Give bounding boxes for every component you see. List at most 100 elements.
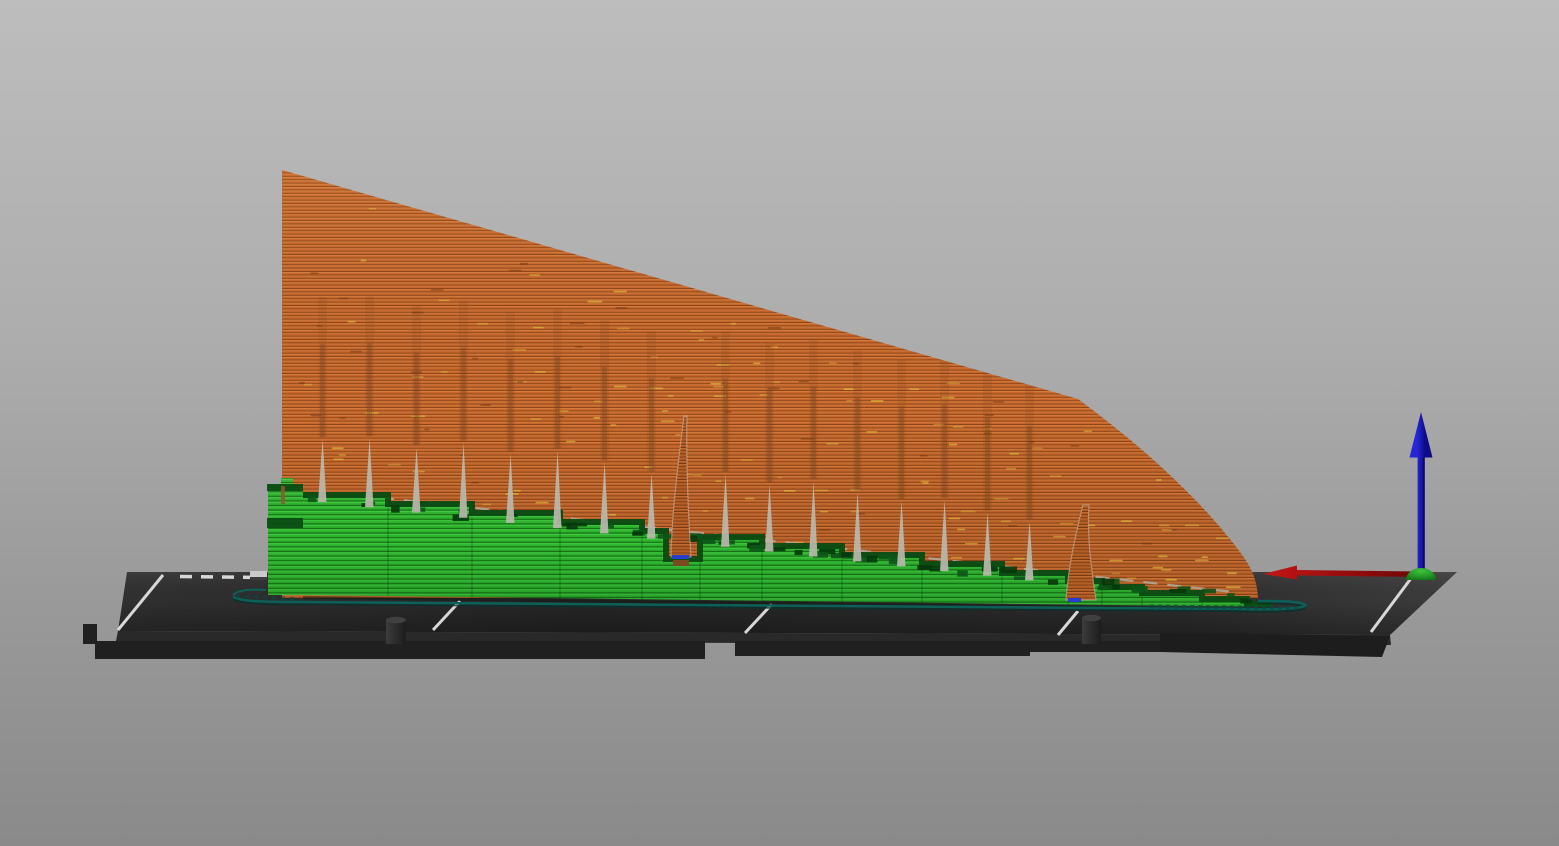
column-base [673,560,689,566]
layer-speckle [1126,577,1137,580]
layer-speckle [1013,557,1025,560]
layer-speckle [569,322,585,325]
layer-speckle [1195,495,1206,498]
layer-speckle [347,320,356,323]
interface-clump [1101,578,1115,586]
z-axis-shaft-edge [1422,456,1425,574]
layer-speckle [828,362,837,365]
layer-speckle [710,382,722,385]
layer-speckle [909,388,920,391]
layer-speckle [533,326,544,329]
layer-speckle [993,497,1009,500]
layer-speckle [826,442,839,445]
layer-speckle [670,377,684,380]
interface-clump [841,552,852,557]
layer-speckle [1152,566,1164,569]
layer-speckle [675,433,681,436]
layer-speckle [740,459,753,461]
interface-clump [1000,566,1018,573]
layer-speckle [846,399,853,402]
layer-speckle [702,510,708,513]
layer-speckle [1008,525,1018,527]
layer-speckle [698,339,705,341]
layer-speckle [530,418,542,420]
support-interface [267,518,303,528]
interface-clump [1112,584,1120,590]
interface-clump [1131,586,1148,593]
layer-speckle [1201,556,1208,559]
layer-speckle [1222,529,1235,532]
layer-speckle [1000,520,1011,523]
layer-speckle [777,476,783,479]
layer-speckle [1158,524,1170,527]
layer-speckle [692,474,702,477]
layer-speckle [920,480,930,483]
layer-speckle [1165,455,1172,458]
layer-speckle [338,297,349,300]
layer-speckle [1070,444,1080,447]
layer-speckle [517,381,524,383]
layer-speckle [1228,496,1243,499]
layer-speckle [1121,520,1133,522]
layer-speckle [387,463,401,466]
layer-speckle [430,288,444,291]
bed-knob-top [1082,614,1101,622]
layer-speckle [298,382,306,384]
layer-speckle [1225,509,1239,512]
interface-clump [632,531,643,536]
interface-clump [561,523,571,527]
layer-speckle [333,458,344,461]
layer-speckle [608,513,617,516]
slicer-3d-viewport[interactable] [0,0,1559,846]
layer-speckle [866,431,878,433]
layer-speckle [610,424,617,427]
layer-speckle [1111,572,1120,575]
layer-speckle [730,322,737,325]
layer-speckle [424,428,430,431]
interface-clump [1013,576,1027,581]
interface-clump [1097,585,1109,591]
layer-speckle [1161,569,1172,571]
interface-clump [307,495,317,503]
layer-speckle [1141,542,1153,545]
bed-clip-side [250,577,267,580]
layer-speckle [587,300,603,303]
layer-speckle [440,371,448,373]
layer-speckle [360,259,367,262]
layer-speckle [613,290,627,293]
layer-speckle [1225,586,1241,589]
layer-speckle [1083,430,1093,432]
layer-speckle [870,400,884,402]
z-axis-arrowhead [1409,412,1433,458]
layer-speckle [338,454,346,456]
layer-speckle [661,496,668,499]
layer-speckle [534,371,546,373]
layer-speckle [482,503,492,506]
interface-clump [701,539,716,545]
layer-speckle [480,404,492,407]
layer-speckle [744,497,755,500]
layer-speckle [1194,559,1209,562]
column-blue-mark [672,555,689,559]
interface-clump [1047,579,1059,585]
layer-speckle [520,262,529,265]
layer-speckle [574,345,583,348]
layer-speckle [1165,578,1177,581]
layer-speckle [438,299,450,302]
layer-speckle [1006,467,1017,470]
layer-speckle [960,510,976,513]
layer-speckle [566,440,576,443]
bed-base-block [1030,641,1175,652]
layer-speckle [952,426,964,428]
layer-speckle [948,517,961,520]
interface-clump [1240,598,1248,604]
interface-clump [577,523,587,527]
layer-speckle [715,480,722,482]
layer-speckle [1175,460,1190,462]
layer-speckle [508,269,522,272]
layer-speckle [1156,479,1162,481]
layer-speckle [818,528,831,531]
layer-speckle [368,207,377,210]
interface-clump [794,550,803,556]
interface-clump [866,555,878,563]
